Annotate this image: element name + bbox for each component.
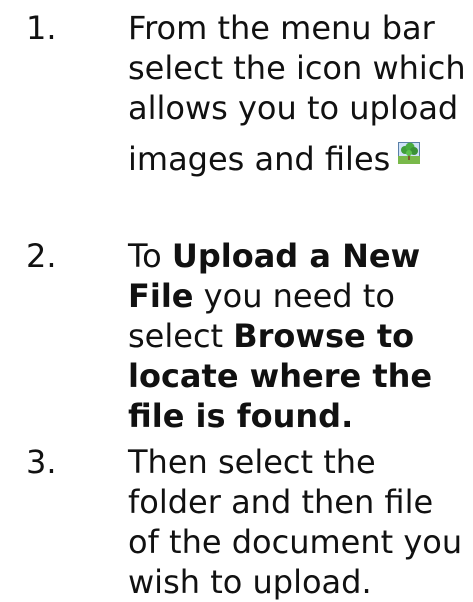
step-number: 3. bbox=[26, 443, 57, 481]
step-2-prefix: To bbox=[128, 237, 172, 275]
step-text: To Upload a New File you need to select … bbox=[128, 236, 468, 436]
step-1-line-3: allows you to upload bbox=[128, 89, 459, 127]
step-1-line-4-text: images and files bbox=[128, 140, 391, 178]
step-text: Then select the folder and then file of … bbox=[128, 443, 463, 601]
step-1-line-4: images and files bbox=[128, 133, 468, 179]
step-number: 2. bbox=[26, 237, 57, 275]
step-number: 1. bbox=[26, 9, 57, 47]
step-1-line-2: select the icon which bbox=[128, 49, 466, 87]
step-text: From the menu bar select the icon which … bbox=[128, 8, 468, 179]
step-1-line-1: From the menu bar bbox=[128, 9, 435, 47]
instruction-page: { "steps": [ { "number": "1.", "line1": … bbox=[0, 0, 473, 601]
image-upload-icon bbox=[398, 133, 421, 164]
